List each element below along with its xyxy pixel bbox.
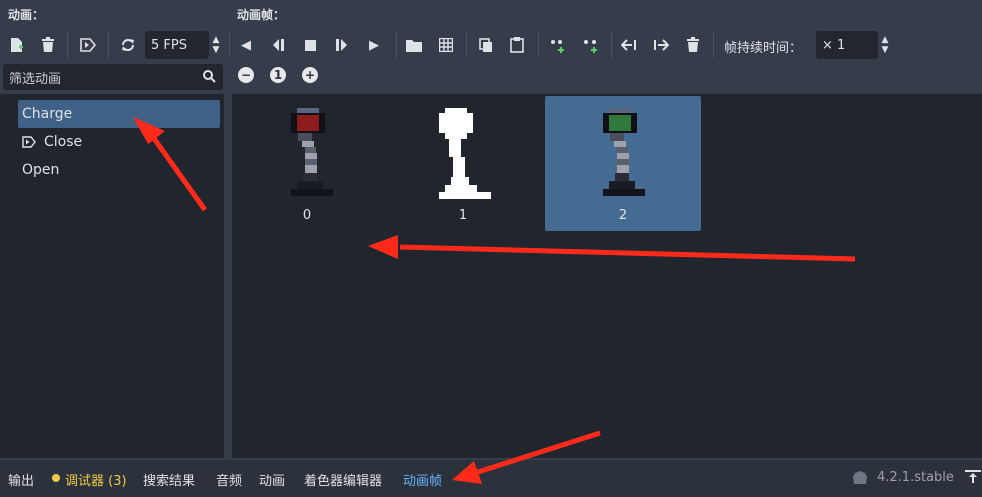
annotation-arrows: [133, 117, 856, 484]
